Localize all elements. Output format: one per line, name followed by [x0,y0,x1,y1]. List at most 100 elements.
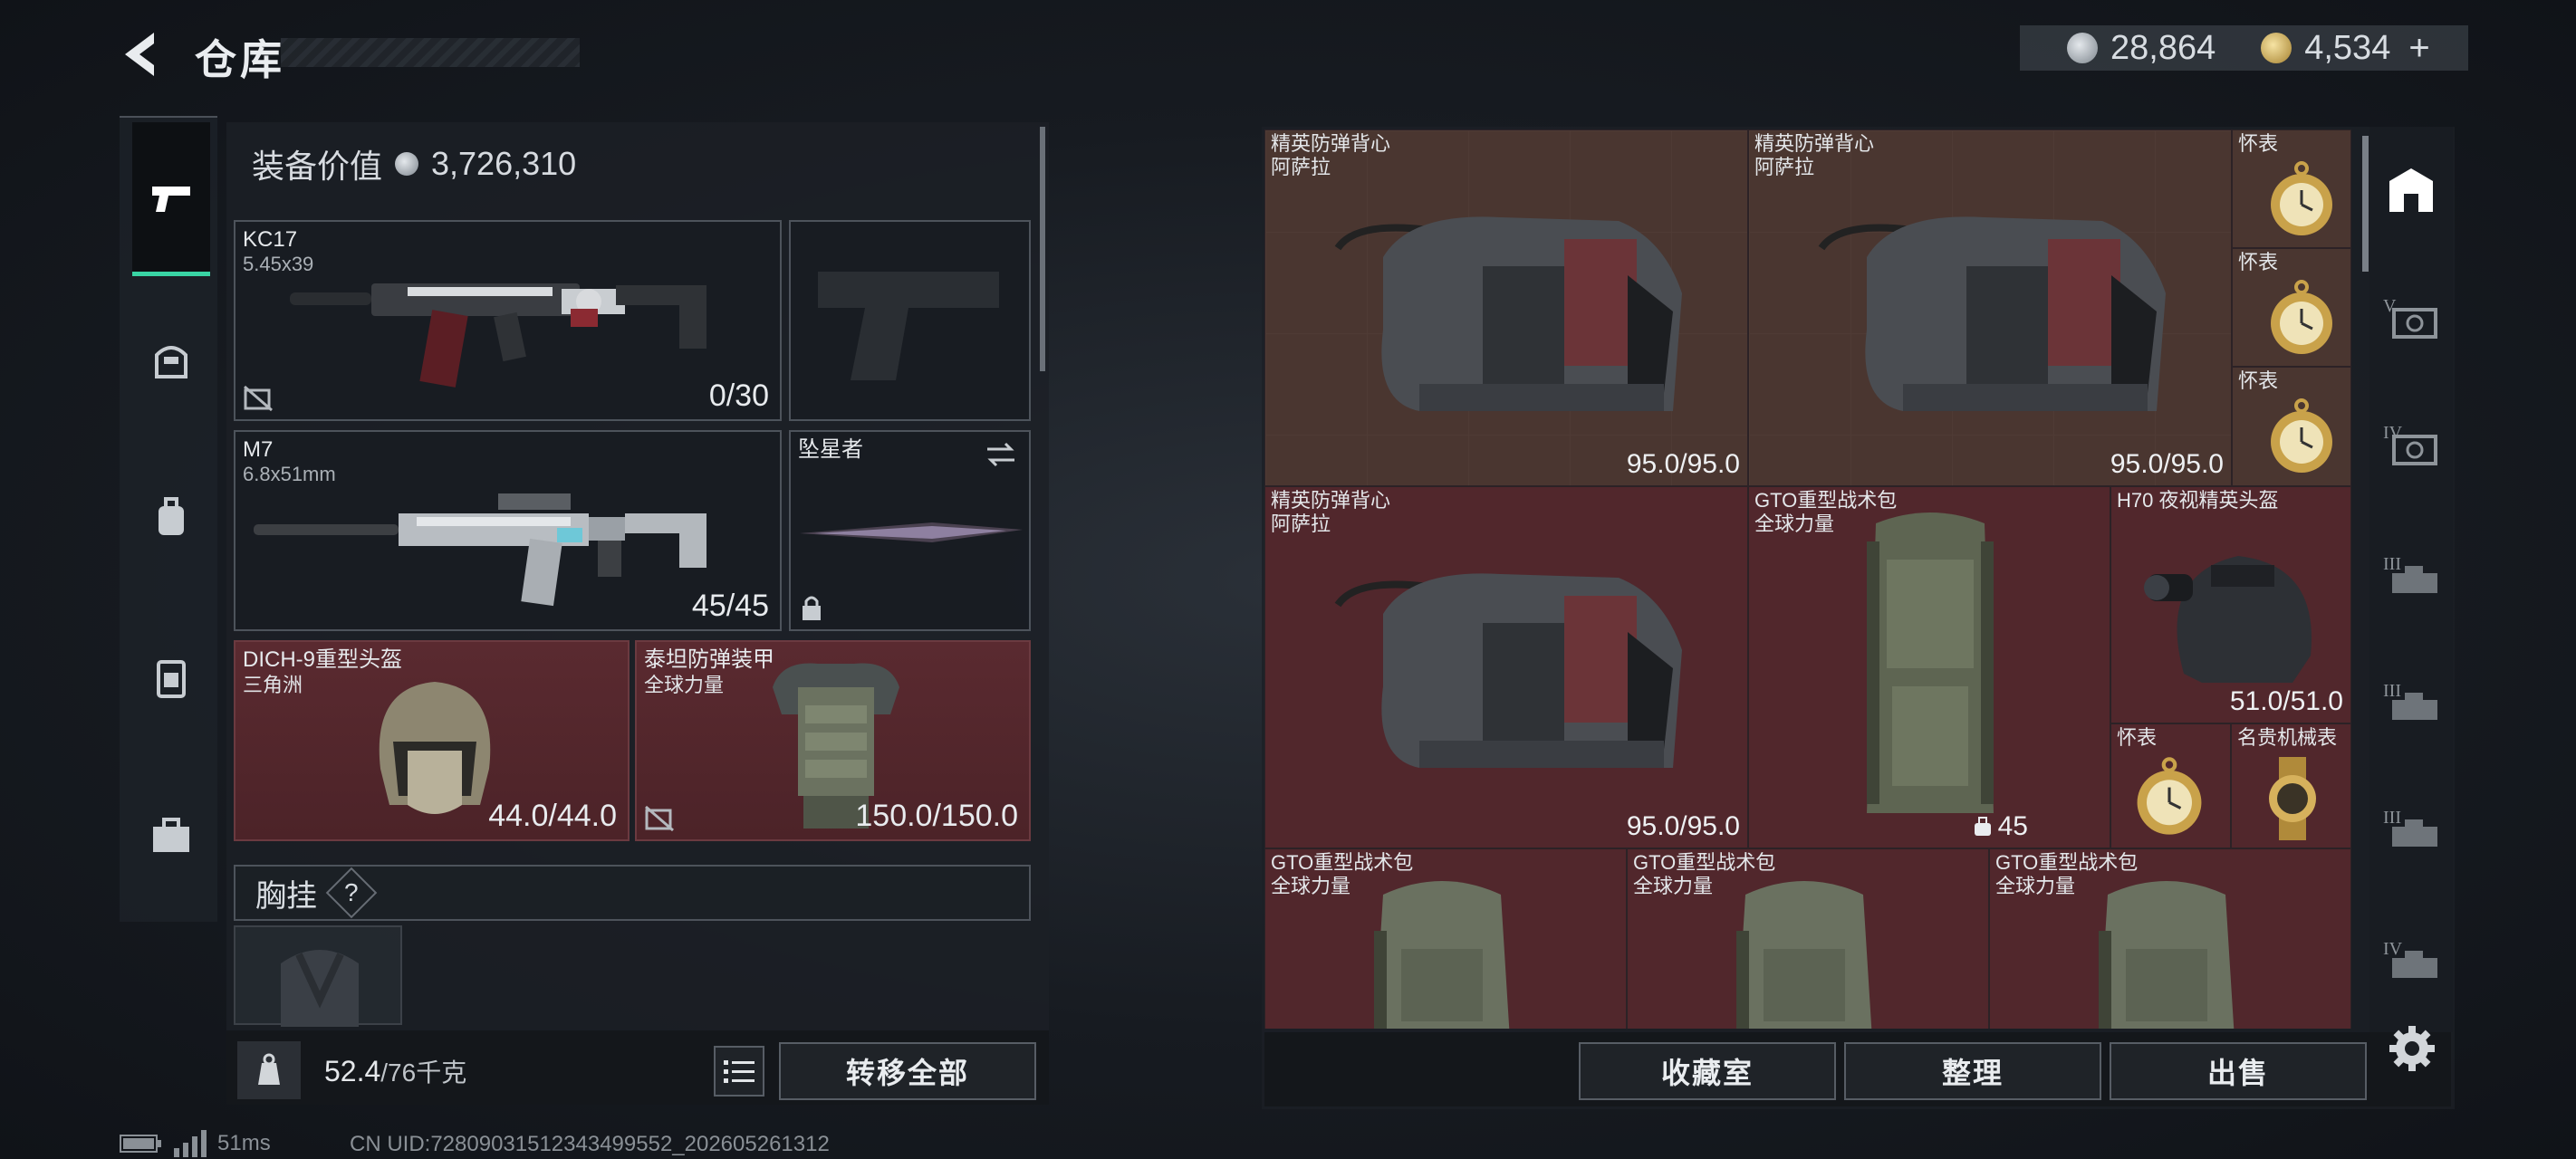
storage-tab-iv[interactable]: IV [2375,407,2447,480]
tier-iii-case-icon: III [2383,808,2437,847]
item-name: 怀表 [2238,369,2279,392]
storage-grid: 精英防弹背心 阿萨拉 95.0/95.0 精英防弹背心 阿萨拉 95.0/95.0 … [1264,129,2351,1029]
transfer-all-button[interactable]: 转移全部 [779,1042,1036,1100]
pistol-slot[interactable] [789,220,1031,421]
svg-text:III: III [2383,808,2401,828]
storage-tab-main[interactable] [2375,154,2447,226]
melee-slot[interactable]: 坠星者 [789,430,1031,631]
item-name: 精英防弹背心 阿萨拉 [1754,132,1875,178]
primary-weapon-slot[interactable]: KC17 5.45x39 0/30 [234,220,782,421]
rifle-m7-image [254,493,706,607]
user-uid: CN UID:7280903151234349955​2_20260526131… [350,1132,830,1156]
storage-item-backpack[interactable]: GTO重型战术包 全球力量 [1627,848,1989,1029]
sell-button[interactable]: 出售 [2110,1042,2367,1100]
storage-item-backpack[interactable]: GTO重型战术包 全球力量 [1264,848,1627,1029]
luxury-watch-image [2269,757,2316,840]
storage-item-vest[interactable]: 精英防弹背心 阿萨拉 95.0/95.0 [1748,129,2232,486]
chevron-left-icon [125,33,154,76]
storage-item-vest[interactable]: 精英防弹背心 阿萨拉 95.0/95.0 [1264,486,1748,848]
pocket-watch-image [2271,280,2332,354]
storage-item-pocket-watch[interactable]: 怀表 [2110,723,2231,848]
ping: 51ms [217,1131,271,1155]
storage-tab-iii-b[interactable]: III [2375,666,2447,738]
silver-amount: 28,864 [2110,28,2216,67]
storage-scrollbar[interactable] [2362,136,2369,272]
equipment-scrollbar[interactable] [1040,127,1045,371]
weight-capacity: /76千克 [380,1058,467,1087]
vest-image [1334,573,1682,768]
item-name: 名贵机械表 [2237,726,2338,749]
storage-tab-iii-a[interactable]: III [2375,539,2447,611]
knife-image [800,522,1023,542]
item-durability: 95.0/95.0 [2110,449,2224,479]
ammo-count: 0/30 [708,378,769,413]
vest-image [1334,216,1682,411]
nav-weapons[interactable] [132,122,210,276]
storage-tab-iv-b[interactable]: IV [2375,924,2447,996]
nav-helmet[interactable] [132,321,210,399]
armor-durability: 150.0/150.0 [855,799,1018,833]
sort-button[interactable]: 整理 [1844,1042,2101,1100]
chest-rig-placeholder-icon [281,950,359,1027]
pocket-watch-image [2137,757,2202,835]
armor-slot[interactable]: 泰坦防弹装甲 全球力量 150.0/150.0 [635,640,1031,841]
storage-item-luxury-watch[interactable]: 名贵机械表 [2231,723,2351,848]
page-title: 仓库 [195,36,285,83]
storage-item-pocket-watch[interactable]: 怀表 [2232,129,2351,248]
backpack-image [2099,881,2235,1029]
helmet-durability: 44.0/44.0 [488,799,617,833]
lock-icon [803,596,821,620]
helmet-icon [155,346,187,378]
no-attachment-icon [244,385,273,412]
secondary-weapon-slot[interactable]: M7 6.8x51mm 45/45 [234,430,782,631]
chest-rig-slot[interactable] [234,925,402,1027]
back-button[interactable] [118,27,163,81]
list-icon [724,1060,755,1083]
tier-iv-safe-icon: IV [2383,423,2437,465]
helmet-slot[interactable]: DICH-9重型头盔 三角洲 44.0/44.0 [234,640,630,841]
no-attachment-icon [645,805,674,832]
help-icon[interactable]: ? [325,867,378,919]
item-name: H70 夜视精英头盔 [2117,489,2279,512]
pistol-placeholder-icon [818,272,999,380]
settings-button[interactable] [2382,1019,2442,1078]
storage-home-icon [2389,168,2433,212]
storage-item-backpack[interactable]: GTO重型战术包 全球力量 45 [1748,486,2110,848]
pistol-icon [152,186,190,212]
backpack-image [1867,512,1994,813]
backpack-image [1736,881,1872,1029]
storage-item-backpack[interactable]: GTO重型战术包 全球力量 [1989,848,2351,1029]
storage-item-nvg-helmet[interactable]: H70 夜视精英头盔 51.0/51.0 [2110,486,2351,723]
item-name: 怀表 [2238,132,2279,155]
storage-item-pocket-watch[interactable]: 怀表 [2232,367,2351,486]
capacity-icon [1974,817,1991,836]
storage-tab-iii-c[interactable]: III [2375,792,2447,865]
equipment-value-label: 装备价值 [252,148,383,185]
nav-vest[interactable] [132,639,210,717]
add-currency-button[interactable]: + [2408,28,2429,69]
tier-iii-case-icon: III [2383,681,2437,720]
nav-backpack[interactable] [132,478,210,556]
silver-coin-icon [395,152,419,176]
silver-coin-icon [2067,33,2098,63]
list-view-button[interactable] [714,1046,764,1097]
swap-icon[interactable] [984,441,1018,468]
item-name: 怀表 [2117,726,2158,749]
equipment-value-amount: 3,726,310 [431,145,577,182]
item-name: 精英防弹背心 阿萨拉 [1271,489,1391,535]
storage-item-pocket-watch[interactable]: 怀表 [2232,248,2351,367]
item-durability: 95.0/95.0 [1626,811,1740,841]
weight-current: 52.4 [324,1055,381,1087]
gear-icon [2389,1026,2435,1071]
chest-rig-header: 胸挂 ? [234,865,1031,921]
storage-item-vest[interactable]: 精英防弹背心 阿萨拉 95.0/95.0 [1264,129,1748,486]
melee-name: 坠星者 [798,437,863,462]
title-decoration [281,38,580,67]
collection-room-button[interactable]: 收藏室 [1579,1042,1836,1100]
backpack-icon [159,497,184,535]
nav-briefcase[interactable] [132,797,210,875]
briefcase-icon [153,818,189,852]
storage-tab-v[interactable]: V [2375,281,2447,353]
rifle-kc17-image [290,283,706,388]
helmet-image [379,682,491,814]
